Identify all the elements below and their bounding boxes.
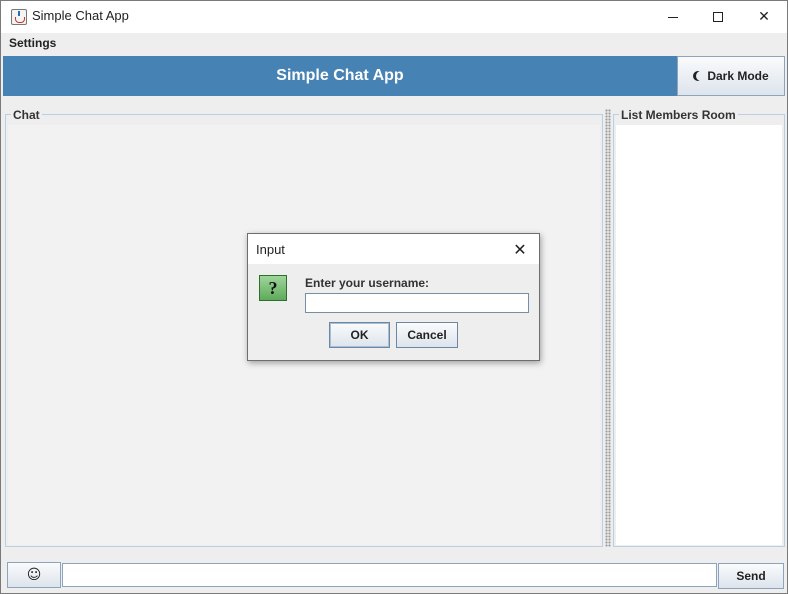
members-panel: List Members Room bbox=[613, 106, 785, 547]
menu-bar: Settings bbox=[1, 33, 787, 54]
dark-mode-label: Dark Mode bbox=[707, 69, 769, 83]
smiley-icon: ☺ bbox=[26, 567, 42, 583]
split-pane-divider[interactable] bbox=[605, 109, 611, 547]
dialog-close-button[interactable]: ✕ bbox=[510, 239, 530, 259]
close-button[interactable]: ✕ bbox=[741, 1, 787, 33]
members-panel-title: List Members Room bbox=[619, 108, 738, 122]
send-button[interactable]: Send bbox=[718, 563, 784, 589]
message-input[interactable] bbox=[62, 563, 717, 587]
minimize-button[interactable] bbox=[650, 1, 696, 33]
java-cup-icon bbox=[11, 9, 27, 25]
window-title: Simple Chat App bbox=[32, 8, 129, 23]
ok-button[interactable]: OK bbox=[329, 322, 390, 348]
dialog-titlebar[interactable]: Input ✕ bbox=[248, 234, 539, 264]
moon-icon bbox=[696, 71, 706, 81]
maximize-icon bbox=[713, 12, 723, 22]
dialog-title: Input bbox=[256, 242, 285, 257]
username-prompt-label: Enter your username: bbox=[305, 276, 430, 290]
window-titlebar[interactable]: Simple Chat App ✕ bbox=[1, 1, 787, 33]
members-list[interactable] bbox=[616, 125, 782, 545]
minimize-icon bbox=[668, 16, 678, 18]
chat-panel-title: Chat bbox=[11, 108, 42, 122]
username-input[interactable] bbox=[305, 293, 529, 313]
close-icon: ✕ bbox=[758, 9, 770, 25]
dark-mode-button[interactable]: Dark Mode bbox=[677, 56, 785, 96]
header-title: Simple Chat App bbox=[276, 67, 404, 84]
header-bar: Simple Chat App Dark Mode bbox=[3, 56, 785, 96]
menu-settings[interactable]: Settings bbox=[9, 36, 56, 50]
cancel-button[interactable]: Cancel bbox=[396, 322, 458, 348]
close-icon: ✕ bbox=[513, 239, 527, 259]
message-bar: ☺ Send bbox=[1, 550, 787, 593]
username-input-dialog: Input ✕ ? Enter your username: OK Cancel bbox=[247, 233, 540, 361]
question-icon: ? bbox=[259, 275, 287, 301]
members-groupbox bbox=[613, 114, 785, 547]
emoji-button[interactable]: ☺ bbox=[7, 562, 61, 588]
maximize-button[interactable] bbox=[695, 1, 741, 33]
